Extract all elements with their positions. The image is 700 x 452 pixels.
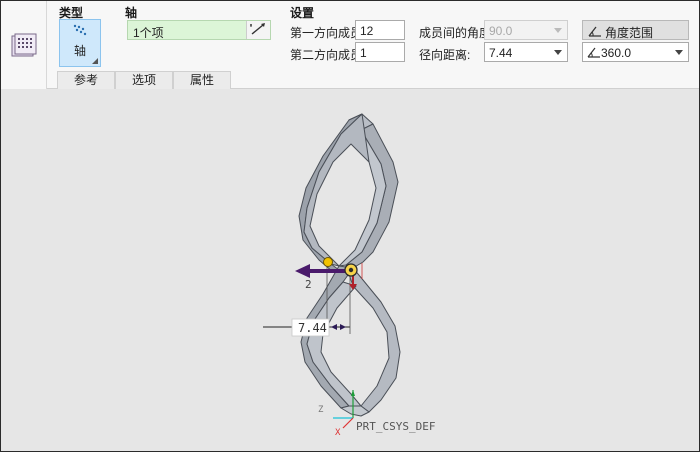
graphics-window[interactable]: 7.44 2 Z X PRT_CSYS_DEF xyxy=(1,90,699,451)
direction-count-label: 2 xyxy=(305,278,312,291)
pattern-anchor-handle[interactable] xyxy=(344,263,358,277)
first-direction-value: 12 xyxy=(360,24,374,38)
angle-range-icon xyxy=(588,26,601,37)
angle-range-icon xyxy=(587,47,600,58)
axis-group-title: 轴 xyxy=(125,6,138,20)
corner-expand-icon xyxy=(92,58,98,64)
drag-handle[interactable] xyxy=(323,257,333,267)
type-tile-label: 轴 xyxy=(73,44,86,58)
axis-collector-text: 1个项 xyxy=(133,26,164,40)
radial-dimension-value[interactable]: 7.44 xyxy=(298,321,327,335)
pattern-feature-icon xyxy=(11,33,37,57)
tab-options[interactable]: 选项 xyxy=(115,71,173,89)
axis-reference-collector[interactable]: 1个项 xyxy=(127,20,271,40)
axis-pattern-type-button[interactable]: 轴 xyxy=(59,19,101,67)
second-direction-value: 1 xyxy=(360,46,367,60)
tab-references[interactable]: 参考 xyxy=(57,71,115,89)
angle-between-value: 90.0 xyxy=(489,24,513,38)
pattern-dashboard: 类型 轴 轴 1个项 设置 第一方向成员: 12 第二方向成员: 1 成员间的角… xyxy=(1,1,699,89)
app-window: 类型 轴 轴 1个项 设置 第一方向成员: 12 第二方向成员: 1 成员间的角… xyxy=(0,0,700,452)
dropdown-caret-icon xyxy=(554,28,562,33)
dropdown-caret-icon xyxy=(554,50,562,55)
dropdown-caret-icon xyxy=(675,50,683,55)
second-direction-members-input[interactable]: 1 xyxy=(355,42,405,62)
radial-distance-value: 7.44 xyxy=(489,46,513,60)
settings-group-title: 设置 xyxy=(290,6,315,20)
angle-range-combo[interactable]: 360.0 xyxy=(582,42,689,62)
csys-name-label: PRT_CSYS_DEF xyxy=(356,420,435,433)
model-view: 7.44 2 Z X PRT_CSYS_DEF xyxy=(263,113,435,438)
radial-distance-label: 径向距离: xyxy=(419,48,471,62)
angle-range-value: 360.0 xyxy=(601,46,632,60)
angle-range-label: 角度范围 xyxy=(605,26,654,40)
radial-distance-combo[interactable]: 7.44 xyxy=(484,42,568,62)
flip-direction-button[interactable] xyxy=(246,21,270,39)
first-direction-members-input[interactable]: 12 xyxy=(355,20,405,40)
angle-range-button[interactable]: 角度范围 xyxy=(582,20,689,40)
flip-direction-icon xyxy=(250,23,265,35)
tab-properties[interactable]: 属性 xyxy=(173,71,231,89)
angle-between-combo: 90.0 xyxy=(484,20,568,40)
pattern-feature-panel xyxy=(1,1,47,89)
csys-x-label: X xyxy=(335,428,341,438)
axis-pattern-icon xyxy=(73,24,87,36)
csys-z-label: Z xyxy=(318,405,324,415)
